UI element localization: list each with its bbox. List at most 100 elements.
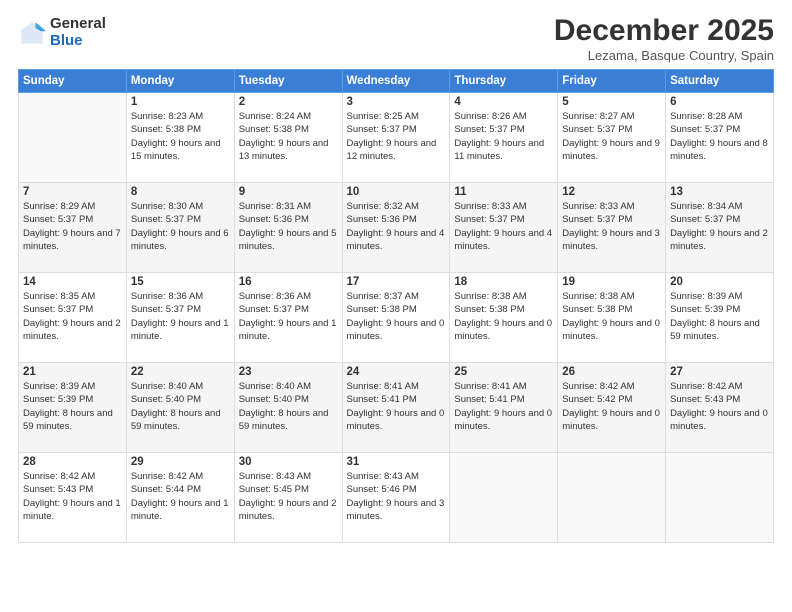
day-detail: Sunrise: 8:38 AMSunset: 5:38 PMDaylight:… — [454, 290, 553, 343]
day-detail: Sunrise: 8:35 AMSunset: 5:37 PMDaylight:… — [23, 290, 122, 343]
logo-icon — [18, 19, 46, 47]
day-detail: Sunrise: 8:28 AMSunset: 5:37 PMDaylight:… — [670, 110, 769, 163]
day-detail: Sunrise: 8:34 AMSunset: 5:37 PMDaylight:… — [670, 200, 769, 253]
day-number: 30 — [239, 456, 338, 468]
page: General Blue December 2025 Lezama, Basqu… — [0, 0, 792, 612]
calendar-week-row: 7Sunrise: 8:29 AMSunset: 5:37 PMDaylight… — [19, 183, 774, 273]
day-detail: Sunrise: 8:30 AMSunset: 5:37 PMDaylight:… — [131, 200, 230, 253]
day-number: 17 — [347, 276, 446, 288]
day-number: 11 — [454, 186, 553, 198]
day-detail: Sunrise: 8:40 AMSunset: 5:40 PMDaylight:… — [131, 380, 230, 433]
table-row: 1 Sunrise: 8:23 AMSunset: 5:38 PMDaylight… — [126, 93, 234, 183]
table-row: 19 Sunrise: 8:38 AMSunset: 5:38 PMDayligh… — [558, 273, 666, 363]
table-row: 15Sunrise: 8:36 AMSunset: 5:37 PMDayligh… — [126, 273, 234, 363]
logo-text: General Blue — [50, 16, 106, 49]
table-row: 9Sunrise: 8:31 AMSunset: 5:36 PMDaylight… — [234, 183, 342, 273]
table-row: 22 Sunrise: 8:40 AMSunset: 5:40 PMDayligh… — [126, 363, 234, 453]
header-monday: Monday — [126, 70, 234, 93]
day-detail: Sunrise: 8:36 AMSunset: 5:37 PMDaylight:… — [239, 290, 338, 343]
calendar: Sunday Monday Tuesday Wednesday Thursday… — [18, 69, 774, 543]
day-number: 5 — [562, 96, 661, 108]
day-detail: Sunrise: 8:41 AMSunset: 5:41 PMDaylight:… — [347, 380, 446, 433]
day-detail: Sunrise: 8:42 AMSunset: 5:43 PMDaylight:… — [670, 380, 769, 433]
day-number: 10 — [347, 186, 446, 198]
day-number: 26 — [562, 366, 661, 378]
table-row: 26 Sunrise: 8:42 AMSunset: 5:42 PMDayligh… — [558, 363, 666, 453]
day-number: 20 — [670, 276, 769, 288]
day-number: 21 — [23, 366, 122, 378]
table-row — [666, 453, 774, 543]
day-detail: Sunrise: 8:36 AMSunset: 5:37 PMDaylight:… — [131, 290, 230, 343]
calendar-week-row: 28 Sunrise: 8:42 AMSunset: 5:43 PMDayligh… — [19, 453, 774, 543]
table-row — [558, 453, 666, 543]
day-detail: Sunrise: 8:37 AMSunset: 5:38 PMDaylight:… — [347, 290, 446, 343]
table-row: 17 Sunrise: 8:37 AMSunset: 5:38 PMDayligh… — [342, 273, 450, 363]
logo-blue: Blue — [50, 32, 83, 49]
day-number: 31 — [347, 456, 446, 468]
day-detail: Sunrise: 8:42 AMSunset: 5:42 PMDaylight:… — [562, 380, 661, 433]
day-number: 14 — [23, 276, 122, 288]
day-detail: Sunrise: 8:33 AMSunset: 5:37 PMDaylight:… — [454, 200, 553, 253]
table-row: 20 Sunrise: 8:39 AMSunset: 5:39 PMDayligh… — [666, 273, 774, 363]
day-detail: Sunrise: 8:23 AMSunset: 5:38 PMDaylight:… — [131, 110, 230, 163]
day-detail: Sunrise: 8:39 AMSunset: 5:39 PMDaylight:… — [23, 380, 122, 433]
day-number: 22 — [131, 366, 230, 378]
header-saturday: Saturday — [666, 70, 774, 93]
day-number: 19 — [562, 276, 661, 288]
table-row: 10 Sunrise: 8:32 AMSunset: 5:36 PMDayligh… — [342, 183, 450, 273]
header: General Blue December 2025 Lezama, Basqu… — [18, 16, 774, 63]
day-number: 12 — [562, 186, 661, 198]
day-number: 8 — [131, 186, 230, 198]
day-detail: Sunrise: 8:32 AMSunset: 5:36 PMDaylight:… — [347, 200, 446, 253]
table-row: 3 Sunrise: 8:25 AMSunset: 5:37 PMDaylight… — [342, 93, 450, 183]
day-number: 25 — [454, 366, 553, 378]
table-row: 24Sunrise: 8:41 AMSunset: 5:41 PMDayligh… — [342, 363, 450, 453]
calendar-week-row: 1 Sunrise: 8:23 AMSunset: 5:38 PMDaylight… — [19, 93, 774, 183]
table-row: 16Sunrise: 8:36 AMSunset: 5:37 PMDayligh… — [234, 273, 342, 363]
header-friday: Friday — [558, 70, 666, 93]
day-detail: Sunrise: 8:39 AMSunset: 5:39 PMDaylight:… — [670, 290, 769, 343]
table-row: 30Sunrise: 8:43 AMSunset: 5:45 PMDayligh… — [234, 453, 342, 543]
table-row: 23 Sunrise: 8:40 AMSunset: 5:40 PMDayligh… — [234, 363, 342, 453]
table-row: 14 Sunrise: 8:35 AMSunset: 5:37 PMDayligh… — [19, 273, 127, 363]
location: Lezama, Basque Country, Spain — [554, 48, 774, 63]
table-row: 5Sunrise: 8:27 AMSunset: 5:37 PMDaylight… — [558, 93, 666, 183]
header-tuesday: Tuesday — [234, 70, 342, 93]
day-detail: Sunrise: 8:38 AMSunset: 5:38 PMDaylight:… — [562, 290, 661, 343]
weekday-header-row: Sunday Monday Tuesday Wednesday Thursday… — [19, 70, 774, 93]
day-detail: Sunrise: 8:33 AMSunset: 5:37 PMDaylight:… — [562, 200, 661, 253]
table-row: 2 Sunrise: 8:24 AMSunset: 5:38 PMDaylight… — [234, 93, 342, 183]
day-number: 23 — [239, 366, 338, 378]
table-row: 25 Sunrise: 8:41 AMSunset: 5:41 PMDayligh… — [450, 363, 558, 453]
day-detail: Sunrise: 8:24 AMSunset: 5:38 PMDaylight:… — [239, 110, 338, 163]
logo-general: General — [50, 15, 106, 32]
day-detail: Sunrise: 8:42 AMSunset: 5:43 PMDaylight:… — [23, 470, 122, 523]
table-row: 8 Sunrise: 8:30 AMSunset: 5:37 PMDaylight… — [126, 183, 234, 273]
table-row: 11 Sunrise: 8:33 AMSunset: 5:37 PMDayligh… — [450, 183, 558, 273]
table-row: 31 Sunrise: 8:43 AMSunset: 5:46 PMDayligh… — [342, 453, 450, 543]
day-detail: Sunrise: 8:26 AMSunset: 5:37 PMDaylight:… — [454, 110, 553, 163]
table-row: 27Sunrise: 8:42 AMSunset: 5:43 PMDayligh… — [666, 363, 774, 453]
day-number: 2 — [239, 96, 338, 108]
day-detail: Sunrise: 8:42 AMSunset: 5:44 PMDaylight:… — [131, 470, 230, 523]
table-row: 13 Sunrise: 8:34 AMSunset: 5:37 PMDayligh… — [666, 183, 774, 273]
day-number: 1 — [131, 96, 230, 108]
day-detail: Sunrise: 8:25 AMSunset: 5:37 PMDaylight:… — [347, 110, 446, 163]
day-number: 18 — [454, 276, 553, 288]
calendar-week-row: 14 Sunrise: 8:35 AMSunset: 5:37 PMDayligh… — [19, 273, 774, 363]
table-row — [450, 453, 558, 543]
day-number: 4 — [454, 96, 553, 108]
day-number: 6 — [670, 96, 769, 108]
table-row: 12 Sunrise: 8:33 AMSunset: 5:37 PMDayligh… — [558, 183, 666, 273]
table-row: 4 Sunrise: 8:26 AMSunset: 5:37 PMDaylight… — [450, 93, 558, 183]
day-detail: Sunrise: 8:41 AMSunset: 5:41 PMDaylight:… — [454, 380, 553, 433]
day-number: 28 — [23, 456, 122, 468]
calendar-week-row: 21 Sunrise: 8:39 AMSunset: 5:39 PMDayligh… — [19, 363, 774, 453]
day-number: 3 — [347, 96, 446, 108]
day-detail: Sunrise: 8:29 AMSunset: 5:37 PMDaylight:… — [23, 200, 122, 253]
logo: General Blue — [18, 16, 106, 49]
day-detail: Sunrise: 8:43 AMSunset: 5:46 PMDaylight:… — [347, 470, 446, 523]
day-number: 13 — [670, 186, 769, 198]
table-row: 29Sunrise: 8:42 AMSunset: 5:44 PMDayligh… — [126, 453, 234, 543]
day-detail: Sunrise: 8:40 AMSunset: 5:40 PMDaylight:… — [239, 380, 338, 433]
